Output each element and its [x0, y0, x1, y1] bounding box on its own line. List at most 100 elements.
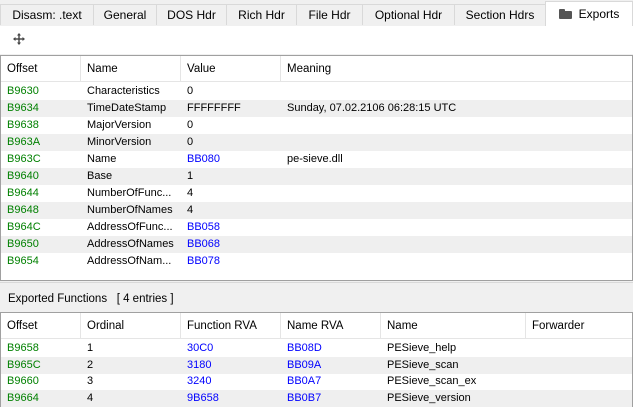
function-name-cell: PESieve_scan_ex: [387, 375, 477, 387]
name-cell: AddressOfNam...: [87, 255, 172, 267]
table-row[interactable]: B964C AddressOfFunc... BB058: [1, 219, 632, 236]
table-row[interactable]: B9654 AddressOfNam... BB078: [1, 253, 632, 270]
column-header-function-rva[interactable]: Function RVA: [181, 313, 281, 339]
tab-rich-hdr[interactable]: Rich Hdr: [226, 4, 297, 25]
meaning-cell: [281, 134, 632, 151]
tab-rich-hdr-label: Rich Hdr: [238, 8, 285, 22]
column-header-value[interactable]: Value: [181, 56, 281, 82]
tab-optional-hdr[interactable]: Optional Hdr: [362, 4, 455, 25]
function-rva-cell: 3180: [187, 358, 212, 371]
tab-general-label: General: [103, 8, 147, 22]
table-row[interactable]: B9644 NumberOfFunc... 4: [1, 185, 632, 202]
tab-section-hdrs[interactable]: Section Hdrs: [454, 4, 546, 25]
forwarder-cell: [526, 373, 632, 390]
value-cell: BB058: [187, 221, 221, 233]
table-row[interactable]: B9630 Characteristics 0: [1, 83, 632, 100]
table-row[interactable]: B965C 2 3180 BB09A PESieve_scan: [1, 356, 632, 374]
ordinal-cell: 3: [87, 375, 94, 387]
pane-splitter[interactable]: [0, 282, 633, 283]
name-cell: MinorVersion: [87, 136, 152, 148]
table-row[interactable]: B9660 3 3240 BB0A7 PESieve_scan_ex: [1, 373, 632, 390]
table-row[interactable]: B9650 AddressOfNames BB068: [1, 236, 632, 253]
offset-cell: B963C: [7, 153, 41, 165]
table-row[interactable]: B9664 4 9B658 BB0B7 PESieve_version: [1, 389, 632, 407]
folder-icon: [558, 9, 572, 19]
forwarder-cell: [526, 390, 632, 407]
table-row[interactable]: B9634 TimeDateStamp FFFFFFFF Sunday, 07.02.…: [1, 100, 632, 117]
offset-cell: B9644: [7, 187, 39, 199]
value-cell: BB080: [187, 153, 221, 165]
name-cell: NumberOfFunc...: [87, 187, 172, 199]
value-cell: 4: [187, 187, 194, 199]
meaning-cell: [281, 185, 632, 202]
exported-functions-title: Exported Functions [ 4 entries ]: [0, 289, 633, 309]
column-header-forwarder[interactable]: Forwarder: [526, 313, 632, 339]
meaning-cell: [281, 168, 632, 185]
forwarder-cell: [526, 340, 632, 357]
name-cell: Characteristics: [87, 85, 160, 97]
name-cell: Name: [87, 153, 117, 165]
column-header-offset[interactable]: Offset: [1, 313, 81, 339]
name-rva-cell: BB09A: [287, 358, 322, 371]
value-cell: 1: [187, 170, 194, 182]
offset-cell: B9664: [7, 391, 39, 404]
column-header-name[interactable]: Name: [81, 56, 181, 82]
value-cell: 4: [187, 204, 194, 216]
functions-table-header: Offset Ordinal Function RVA Name RVA Nam…: [1, 313, 632, 339]
offset-cell: B9634: [7, 102, 39, 114]
exported-functions-label: Exported Functions: [8, 293, 108, 305]
value-cell: BB068: [187, 238, 221, 250]
table-row[interactable]: B9648 NumberOfNames 4: [1, 202, 632, 219]
meaning-cell: [281, 202, 632, 219]
name-cell: TimeDateStamp: [87, 102, 167, 114]
table-row[interactable]: B963C Name BB080 pe-sieve.dll: [1, 151, 632, 168]
tab-general[interactable]: General: [93, 4, 157, 25]
offset-cell: B9654: [7, 255, 39, 267]
value-cell: 0: [187, 85, 194, 97]
export-directory-table: Offset Name Value Meaning B9630 Character…: [0, 55, 633, 281]
tab-disasm[interactable]: Disasm: .text: [0, 4, 94, 25]
ordinal-cell: 4: [87, 391, 94, 404]
tab-file-hdr[interactable]: File Hdr: [296, 4, 363, 25]
offset-cell: B9648: [7, 204, 39, 216]
column-header-meaning[interactable]: Meaning: [281, 56, 632, 82]
forwarder-cell: [526, 357, 632, 374]
column-header-name-rva[interactable]: Name RVA: [281, 313, 381, 339]
table-row[interactable]: B9638 MajorVersion 0: [1, 117, 632, 134]
name-rva-cell: BB0A7: [287, 375, 322, 387]
meaning-cell: [281, 83, 632, 100]
tab-exports[interactable]: Exports: [545, 1, 633, 26]
column-header-ordinal[interactable]: Ordinal: [81, 313, 181, 339]
function-rva-cell: 3240: [187, 375, 212, 387]
offset-cell: B9640: [7, 170, 39, 182]
tab-optional-hdr-label: Optional Hdr: [374, 8, 443, 22]
tab-dos-hdr-label: DOS Hdr: [167, 8, 216, 22]
table-row[interactable]: B963A MinorVersion 0: [1, 134, 632, 151]
name-rva-cell: BB0B7: [287, 391, 322, 404]
tab-disasm-label: Disasm: .text: [12, 8, 82, 22]
name-cell: AddressOfNames: [87, 238, 174, 250]
function-name-cell: PESieve_help: [387, 342, 457, 354]
meaning-cell: Sunday, 07.02.2106 06:28:15 UTC: [287, 102, 457, 114]
ordinal-cell: 1: [87, 342, 94, 354]
name-rva-cell: BB08D: [287, 342, 322, 354]
exported-functions-table: Offset Ordinal Function RVA Name RVA Nam…: [0, 312, 633, 407]
value-cell: BB078: [187, 255, 221, 267]
column-header-name[interactable]: Name: [381, 313, 526, 339]
entries-count: [ 4 entries ]: [116, 293, 174, 305]
value-cell: FFFFFFFF: [187, 102, 241, 114]
table-row[interactable]: B9658 1 30C0 BB08D PESieve_help: [1, 340, 632, 357]
table-row[interactable]: B9640 Base 1: [1, 168, 632, 185]
function-name-cell: PESieve_scan: [387, 358, 459, 371]
meaning-cell: [281, 117, 632, 134]
toolbar: [0, 26, 633, 54]
offset-cell: B9658: [7, 342, 39, 354]
tab-dos-hdr[interactable]: DOS Hdr: [156, 4, 227, 25]
function-name-cell: PESieve_version: [387, 391, 471, 404]
meaning-cell: pe-sieve.dll: [287, 153, 343, 165]
value-cell: 0: [187, 136, 194, 148]
name-cell: AddressOfFunc...: [87, 221, 173, 233]
move-icon[interactable]: [12, 32, 26, 46]
tab-file-hdr-label: File Hdr: [308, 8, 351, 22]
column-header-offset[interactable]: Offset: [1, 56, 81, 82]
